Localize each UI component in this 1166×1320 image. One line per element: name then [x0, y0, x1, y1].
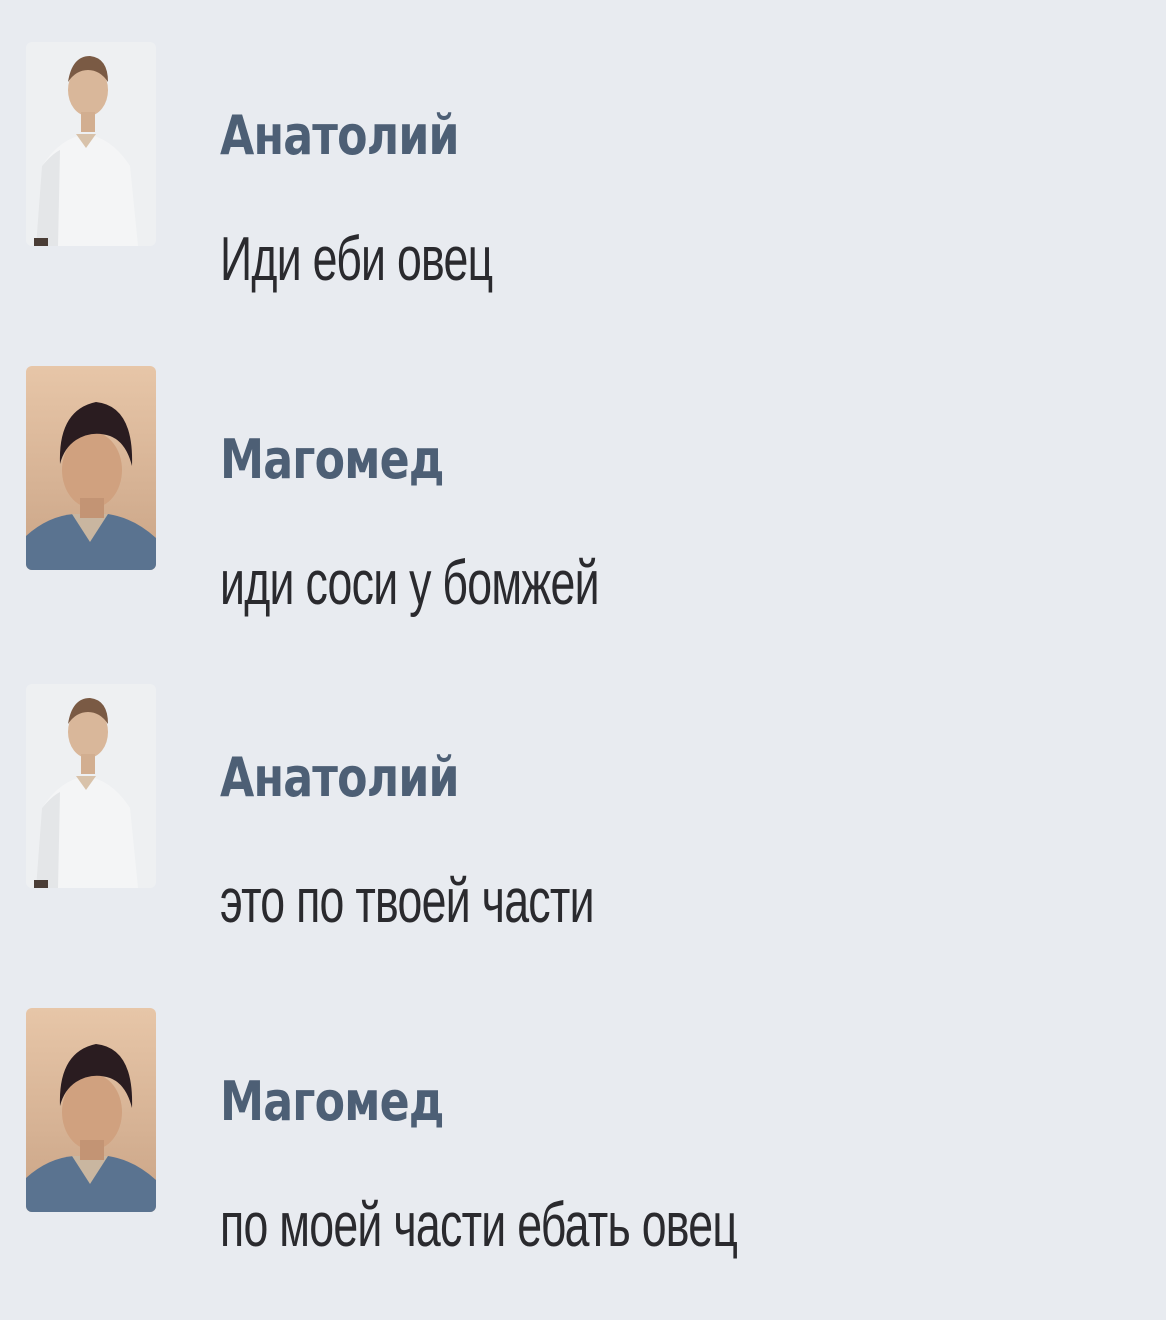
avatar[interactable] [26, 1008, 156, 1212]
avatar[interactable] [26, 684, 156, 888]
message-author[interactable]: Магомед [220, 428, 445, 492]
message-item: Магомед иди соси у бомжей [0, 358, 1166, 678]
message-text: иди соси у бомжей [220, 549, 600, 618]
message-author[interactable]: Магомед [220, 1070, 445, 1134]
young-man-dark-hair-avatar-icon [26, 366, 156, 570]
chat-conversation: Анатолий Иди еби овец Магомед иди соси у… [0, 0, 1166, 1280]
avatar[interactable] [26, 366, 156, 570]
message-item: Магомед по моей части ебать овец [0, 1000, 1166, 1320]
message-author[interactable]: Анатолий [220, 746, 460, 810]
message-item: Анатолий Иди еби овец [0, 34, 1166, 354]
message-text: это по твоей части [220, 867, 595, 936]
young-man-dark-hair-avatar-icon [26, 1008, 156, 1212]
avatar[interactable] [26, 42, 156, 246]
message-text: по моей части ебать овец [220, 1191, 738, 1260]
message-item: Анатолий это по твоей части [0, 676, 1166, 996]
message-author[interactable]: Анатолий [220, 104, 460, 168]
man-white-shirt-avatar-icon [26, 684, 156, 888]
message-text: Иди еби овец [220, 225, 493, 294]
man-white-shirt-avatar-icon [26, 42, 156, 246]
